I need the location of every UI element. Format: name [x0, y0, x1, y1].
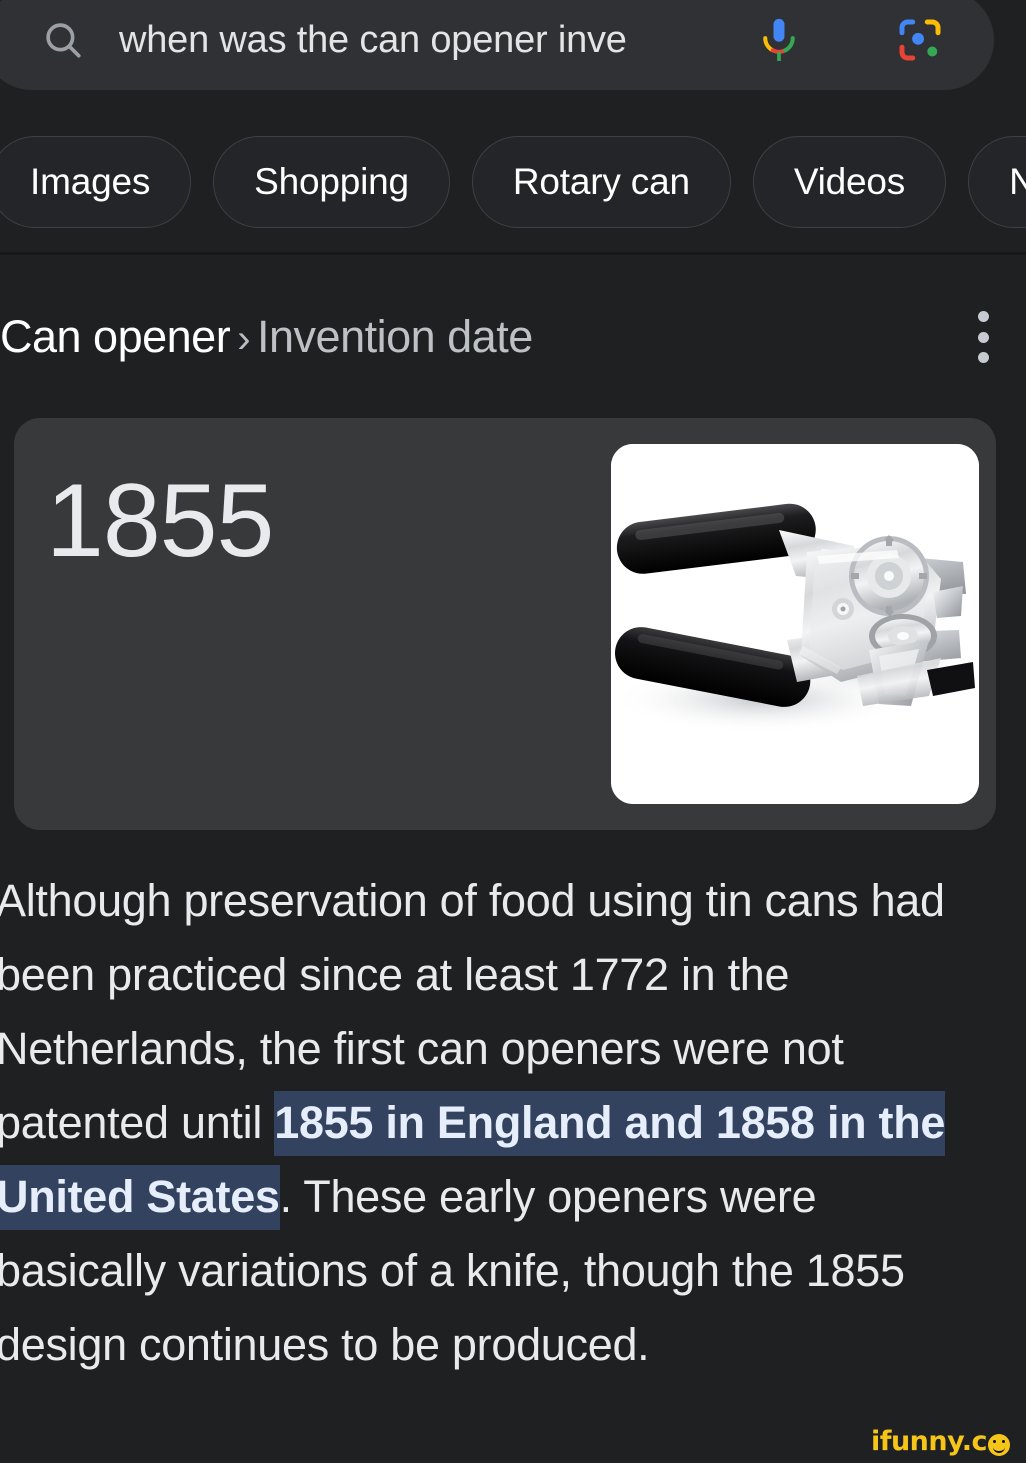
breadcrumb-separator-icon: ›	[237, 317, 251, 361]
more-vertical-icon[interactable]	[960, 308, 1006, 366]
chip-label: Shopping	[254, 161, 409, 202]
search-filter-chips: Images Shopping Rotary can Videos News	[0, 136, 1026, 228]
breadcrumb-entity[interactable]: Can opener	[0, 311, 231, 362]
menu-dot	[977, 352, 989, 363]
search-bar[interactable]: when was the can opener inve	[0, 0, 994, 90]
chip-videos[interactable]: Videos	[752, 136, 947, 228]
can-opener-image[interactable]	[611, 444, 979, 804]
watermark-text: ifunny.c	[870, 1426, 988, 1457]
knowledge-panel-header: Can opener › Invention date	[0, 300, 1026, 374]
breadcrumb-attribute: Invention date	[257, 311, 533, 362]
description-paragraph: Although preservation of food using tin …	[0, 864, 956, 1382]
header-divider	[0, 252, 1026, 255]
microphone-icon[interactable]	[757, 17, 801, 63]
chip-label: Images	[30, 161, 151, 202]
search-bar-container: when was the can opener inve	[0, 0, 994, 90]
chip-label: Rotary can	[512, 161, 690, 202]
chip-news[interactable]: News	[968, 136, 1026, 228]
answer-value: 1855	[46, 463, 274, 579]
ifunny-watermark: ifunny.c	[871, 1426, 1010, 1457]
google-search-result-page: when was the can opener inve Images Shop…	[0, 0, 1026, 1463]
menu-dot	[977, 331, 989, 343]
breadcrumb: Can opener › Invention date	[0, 311, 533, 363]
chip-images[interactable]: Images	[0, 136, 192, 228]
chip-label: Videos	[793, 161, 906, 202]
google-lens-icon[interactable]	[897, 17, 943, 63]
smiley-face-icon	[988, 1433, 1010, 1456]
chip-label: News	[1009, 161, 1026, 202]
search-input[interactable]: when was the can opener inve	[119, 17, 719, 63]
chip-rotary-can[interactable]: Rotary can	[471, 136, 731, 228]
menu-dot	[977, 311, 989, 322]
answer-card: 1855	[14, 418, 996, 830]
search-icon	[42, 19, 84, 61]
chip-shopping[interactable]: Shopping	[213, 136, 450, 228]
